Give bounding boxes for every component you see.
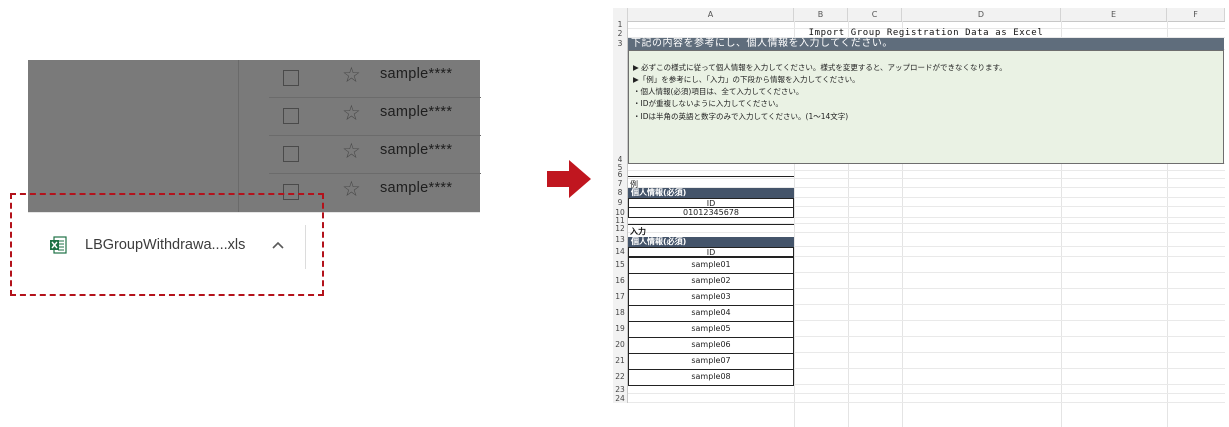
row-header[interactable]: 19 bbox=[613, 321, 628, 337]
column-header-b[interactable]: B bbox=[794, 8, 848, 21]
row-header[interactable]: 6 bbox=[613, 171, 628, 179]
input-id-cell[interactable]: sample04 bbox=[628, 305, 794, 322]
row-header[interactable]: 16 bbox=[613, 273, 628, 289]
input-section-header[interactable]: 個人情報(必須) bbox=[628, 237, 794, 247]
cell-border bbox=[628, 176, 794, 177]
instruction-line: ▶ 必ずこの様式に従って個人情報を入力してください。様式を変更すると、アップロー… bbox=[633, 63, 1007, 72]
row-header[interactable]: 4 bbox=[613, 50, 628, 164]
instruction-line: ・IDが重複しないように入力してください。 bbox=[633, 99, 783, 108]
input-id-cell[interactable]: sample03 bbox=[628, 289, 794, 306]
input-id-header[interactable]: ID bbox=[628, 247, 794, 257]
instruction-line: ▶「例」を参考にし、「入力」の下段から情報を入力してください。 bbox=[633, 75, 860, 84]
column-header-e[interactable]: E bbox=[1061, 8, 1167, 21]
gridline bbox=[628, 402, 1225, 403]
cell-border bbox=[628, 224, 794, 225]
instruction-box[interactable]: ▶ 必ずこの様式に従って個人情報を入力してください。様式を変更すると、アップロー… bbox=[628, 50, 1224, 164]
checkbox[interactable] bbox=[283, 146, 299, 162]
mail-sender: sample**** bbox=[380, 104, 453, 120]
column-header-d[interactable]: D bbox=[902, 8, 1061, 21]
highlight-box bbox=[10, 193, 324, 296]
instruction-line: ・IDは半角の英語と数字のみで入力してください。(1〜14文字) bbox=[633, 112, 849, 121]
gridline bbox=[628, 178, 1225, 179]
star-icon[interactable]: ☆ bbox=[342, 178, 361, 202]
input-id-cell[interactable]: sample01 bbox=[628, 257, 794, 274]
row-header[interactable]: 9 bbox=[613, 198, 628, 207]
list-item[interactable]: ☆ sample**** bbox=[239, 98, 481, 136]
row-header[interactable]: 15 bbox=[613, 257, 628, 273]
mail-list: ☆ sample**** ☆ sample**** ☆ sample**** ☆… bbox=[238, 60, 481, 212]
instruction-line: ・個人情報(必須)項目は、全て入力してください。 bbox=[633, 87, 804, 96]
row-header[interactable]: 24 bbox=[613, 394, 628, 403]
star-icon[interactable]: ☆ bbox=[342, 64, 361, 88]
row-header[interactable]: 3 bbox=[613, 38, 628, 50]
checkbox[interactable] bbox=[283, 108, 299, 124]
row-header[interactable]: 18 bbox=[613, 305, 628, 321]
example-section-header[interactable]: 個人情報(必須) bbox=[628, 188, 794, 198]
input-id-cell[interactable]: sample08 bbox=[628, 369, 794, 386]
banner-cell[interactable]: 下記の内容を参考にし、個人情報を入力してください。 bbox=[628, 38, 1224, 50]
dimmed-overlay: ☆ sample**** ☆ sample**** ☆ sample**** ☆… bbox=[28, 60, 481, 212]
input-id-cell[interactable]: sample02 bbox=[628, 273, 794, 290]
mail-sender: sample**** bbox=[380, 66, 453, 82]
input-label[interactable]: 入力 bbox=[630, 226, 646, 237]
row-header[interactable]: 12 bbox=[613, 224, 628, 233]
input-id-cell[interactable]: sample05 bbox=[628, 321, 794, 338]
list-item[interactable]: ☆ sample**** bbox=[239, 60, 481, 98]
gridline bbox=[628, 393, 1225, 394]
column-header-f[interactable]: F bbox=[1167, 8, 1225, 21]
gridline bbox=[628, 232, 1225, 233]
row-header[interactable]: 8 bbox=[613, 188, 628, 198]
star-icon[interactable]: ☆ bbox=[342, 140, 361, 164]
excel-sheet: A B C D E F 1 2 3 4 5 6 7 8 9 10 11 12 13 14 15 16 17 18 1… bbox=[613, 8, 1225, 427]
row-header[interactable]: 22 bbox=[613, 369, 628, 385]
mail-sender: sample**** bbox=[380, 142, 453, 158]
star-icon[interactable]: ☆ bbox=[342, 102, 361, 126]
sheet-title[interactable]: Import Group Registration Data as Excel bbox=[628, 29, 1224, 38]
row-header[interactable]: 23 bbox=[613, 385, 628, 394]
list-item[interactable]: ☆ sample**** bbox=[239, 136, 481, 174]
row-header[interactable]: 14 bbox=[613, 247, 628, 257]
row-header[interactable]: 7 bbox=[613, 179, 628, 188]
input-id-cell[interactable]: sample07 bbox=[628, 353, 794, 370]
mail-sender: sample**** bbox=[380, 180, 453, 196]
row-header[interactable]: 13 bbox=[613, 233, 628, 247]
column-header-c[interactable]: C bbox=[848, 8, 902, 21]
column-header-a[interactable]: A bbox=[628, 8, 794, 21]
input-id-cell[interactable]: sample06 bbox=[628, 337, 794, 354]
example-id-value[interactable]: 01012345678 bbox=[628, 207, 794, 218]
row-header[interactable]: 2 bbox=[613, 29, 628, 38]
column-header-row: A B C D E F bbox=[613, 8, 1225, 22]
arrow-right-icon bbox=[547, 160, 591, 198]
checkbox[interactable] bbox=[283, 70, 299, 86]
gridline bbox=[628, 170, 1225, 171]
row-header[interactable]: 17 bbox=[613, 289, 628, 305]
row-header[interactable]: 1 bbox=[613, 21, 628, 29]
row-header[interactable]: 21 bbox=[613, 353, 628, 369]
row-header[interactable]: 20 bbox=[613, 337, 628, 353]
